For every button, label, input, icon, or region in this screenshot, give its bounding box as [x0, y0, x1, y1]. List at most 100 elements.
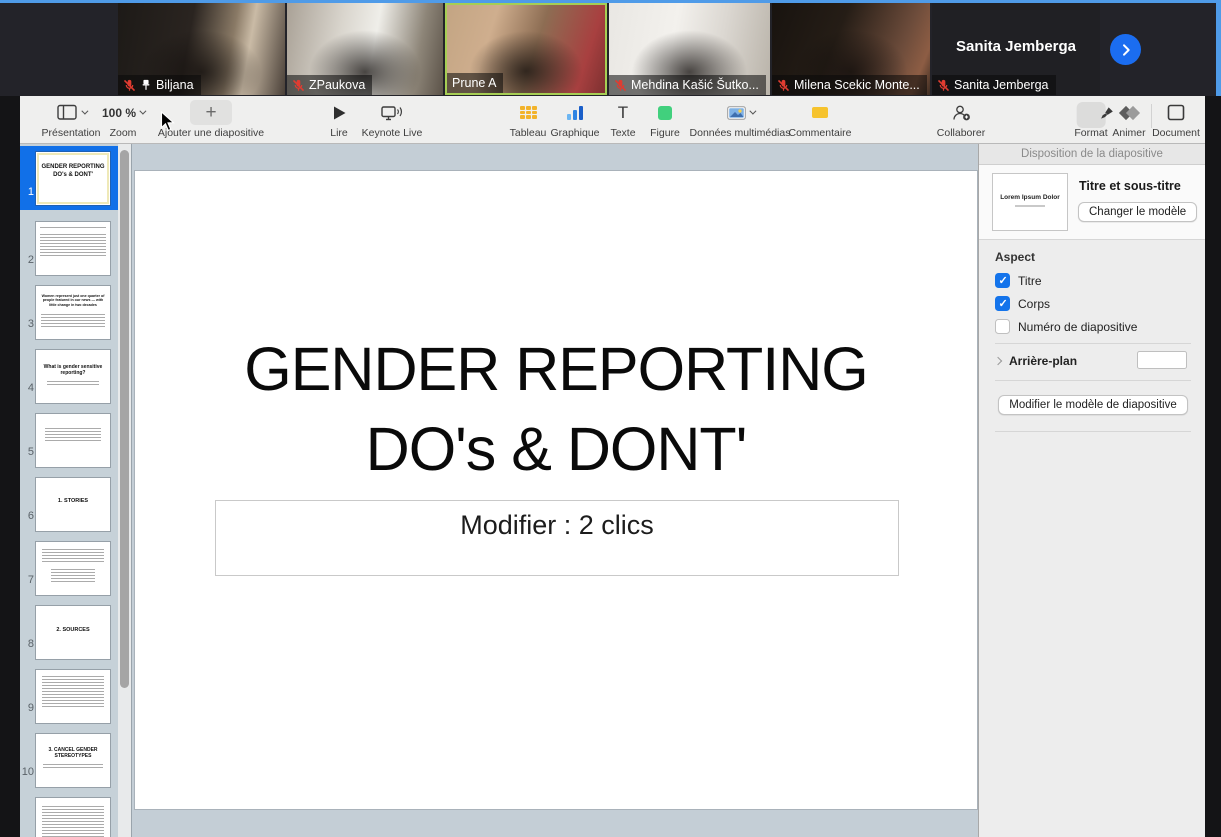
- participant-tile-mehdina[interactable]: Mehdina Kašić Šutko...: [609, 3, 770, 95]
- slide-row-8[interactable]: 8 2. SOURCES: [20, 594, 118, 658]
- mic-muted-icon: [123, 79, 136, 92]
- play-icon: [332, 105, 347, 121]
- slide-layout-card: Lorem Ipsum Dolor Titre et sous-titre Ch…: [979, 165, 1205, 240]
- slide-number: 9: [20, 702, 34, 714]
- thumbnail-title: 2. SOURCES: [39, 627, 107, 634]
- divider: [995, 343, 1191, 344]
- toolbar-document-button[interactable]: Document: [1147, 99, 1205, 139]
- slide-row-3[interactable]: 3 Women represent just one quarter of pe…: [20, 274, 118, 338]
- mouse-cursor: [160, 111, 176, 133]
- participant-name: Mehdina Kašić Šutko...: [631, 78, 759, 92]
- toolbar-item-label: Commentaire: [780, 127, 860, 139]
- participant-name-label: Sanita Jemberga: [932, 75, 1056, 95]
- checkbox-checked-icon[interactable]: [995, 296, 1010, 311]
- screen-share-border-right: [1216, 0, 1221, 96]
- divider: [995, 431, 1191, 432]
- slide-thumbnail: [36, 670, 110, 723]
- slide-row-6[interactable]: 6 1. STORIES: [20, 466, 118, 530]
- chart-icon: [567, 105, 583, 120]
- participant-name: Milena Scekic Monte...: [794, 78, 920, 92]
- media-icon: [727, 106, 746, 120]
- slide-row-4[interactable]: 4 What is gender sensitive reporting?: [20, 338, 118, 402]
- pin-icon: [140, 79, 152, 91]
- chevron-down-icon: [81, 108, 88, 115]
- toolbar-item-label: Animer: [1107, 127, 1151, 139]
- slide-editor[interactable]: GENDER REPORTING DO's & DONT' Modifier :…: [134, 170, 978, 810]
- divider: [995, 380, 1191, 381]
- slide-thumbnail: What is gender sensitive reporting?: [36, 350, 110, 403]
- keynote-live-icon: [381, 104, 403, 121]
- slide-number: 2: [20, 254, 34, 266]
- background-row[interactable]: Arrière-plan: [995, 354, 1191, 368]
- slide-number: 8: [20, 638, 34, 650]
- participant-tile-biljana[interactable]: Biljana: [118, 3, 285, 95]
- screen-share-border-top: [0, 0, 1221, 3]
- checkbox-unchecked-icon[interactable]: [995, 319, 1010, 334]
- checkbox-label: Corps: [1018, 297, 1050, 311]
- navigator-scroll-gutter: [118, 144, 131, 837]
- slide-thumbnail: 3. CANCEL GENDER STEREOTYPES: [36, 734, 110, 787]
- edit-master-slide-button[interactable]: Modifier le modèle de diapositive: [998, 395, 1187, 415]
- appearance-label: Aspect: [995, 250, 1191, 264]
- slide-thumbnail: Women represent just one quarter of peop…: [36, 286, 110, 339]
- slide-thumbnail: 1. STORIES: [36, 478, 110, 531]
- checkbox-row-slide-number[interactable]: Numéro de diapositive: [995, 318, 1191, 335]
- slide-navigator: 1 GENDER REPORTING DO's & DONT' 2 3 Wome…: [20, 144, 118, 837]
- slide-thumbnail: GENDER REPORTING DO's & DONT': [36, 152, 110, 205]
- participant-tile-zpaukova[interactable]: ZPaukova: [287, 3, 443, 95]
- slide-title-line1: GENDER REPORTING: [135, 329, 977, 409]
- toolbar-collaborate-button[interactable]: Collaborer: [925, 99, 997, 139]
- view-sidebar-icon: [57, 104, 78, 121]
- mic-muted-icon: [937, 79, 950, 92]
- slide-thumbnail: 2. SOURCES: [36, 606, 110, 659]
- slide-title-textbox[interactable]: GENDER REPORTING DO's & DONT': [135, 329, 977, 489]
- toolbar-keynote-live-button[interactable]: Keynote Live: [351, 99, 433, 139]
- chevron-down-icon: [749, 108, 756, 115]
- checkbox-row-title[interactable]: Titre: [995, 272, 1191, 289]
- format-brush-icon: [1100, 104, 1114, 122]
- slide-row-11[interactable]: [20, 786, 118, 837]
- slide-row-1[interactable]: 1 GENDER REPORTING DO's & DONT': [20, 146, 118, 210]
- slide-subtitle-textbox[interactable]: Modifier : 2 clics: [215, 500, 899, 576]
- thumbnail-title: Women represent just one quarter of peop…: [39, 294, 107, 307]
- slide-row-7[interactable]: 7: [20, 530, 118, 594]
- slide-row-5[interactable]: 5: [20, 402, 118, 466]
- layout-thumbnail-title: Lorem Ipsum Dolor: [993, 194, 1067, 201]
- plus-icon: +: [190, 100, 232, 125]
- keynote-toolbar: Présentation 100 % Zoom + Ajouter une di…: [20, 96, 1205, 144]
- checkbox-checked-icon[interactable]: [995, 273, 1010, 288]
- toolbar-item-label: Collaborer: [925, 127, 997, 139]
- toolbar-text-button[interactable]: T Texte: [601, 99, 645, 139]
- participant-tile-milena[interactable]: Milena Scekic Monte...: [772, 3, 930, 95]
- mic-muted-icon: [614, 79, 627, 92]
- slide-thumbnail: [36, 414, 110, 467]
- slide-canvas[interactable]: GENDER REPORTING DO's & DONT' Modifier :…: [132, 144, 998, 837]
- toolbar-zoom-control[interactable]: 100 % Zoom: [97, 99, 149, 139]
- toolbar-item-label: Keynote Live: [351, 127, 433, 139]
- collaborate-icon: [950, 104, 972, 122]
- participant-name-label: ZPaukova: [287, 75, 372, 95]
- participant-tile-sanita[interactable]: Sanita Jemberga Sanita Jemberga: [932, 3, 1100, 95]
- slide-thumbnail: [36, 798, 110, 837]
- toolbar-chart-button[interactable]: Graphique: [542, 99, 608, 139]
- format-inspector: Disposition de la diapositive Lorem Ipsu…: [978, 144, 1205, 837]
- zoom-value: 100 %: [102, 106, 144, 120]
- slide-row-10[interactable]: 10 3. CANCEL GENDER STEREOTYPES: [20, 722, 118, 786]
- document-icon: [1167, 104, 1185, 121]
- change-template-button[interactable]: Changer le modèle: [1078, 202, 1197, 222]
- background-color-well[interactable]: [1137, 351, 1187, 369]
- toolbar-item-label: Zoom: [97, 127, 149, 139]
- checkbox-row-body[interactable]: Corps: [995, 295, 1191, 312]
- table-icon: [520, 106, 537, 119]
- gallery-next-button[interactable]: [1110, 34, 1141, 65]
- toolbar-comment-button[interactable]: Commentaire: [780, 99, 860, 139]
- text-icon: T: [618, 103, 628, 123]
- slide-number: 7: [20, 574, 34, 586]
- slide-thumbnail: [36, 222, 110, 275]
- participant-tile-prune-a[interactable]: Prune A: [445, 3, 607, 95]
- slide-number: 4: [20, 382, 34, 394]
- slide-row-9[interactable]: 9: [20, 658, 118, 722]
- navigator-scrollbar[interactable]: [120, 150, 129, 688]
- slide-row-2[interactable]: 2: [20, 210, 118, 274]
- disclosure-chevron-icon[interactable]: [994, 357, 1002, 365]
